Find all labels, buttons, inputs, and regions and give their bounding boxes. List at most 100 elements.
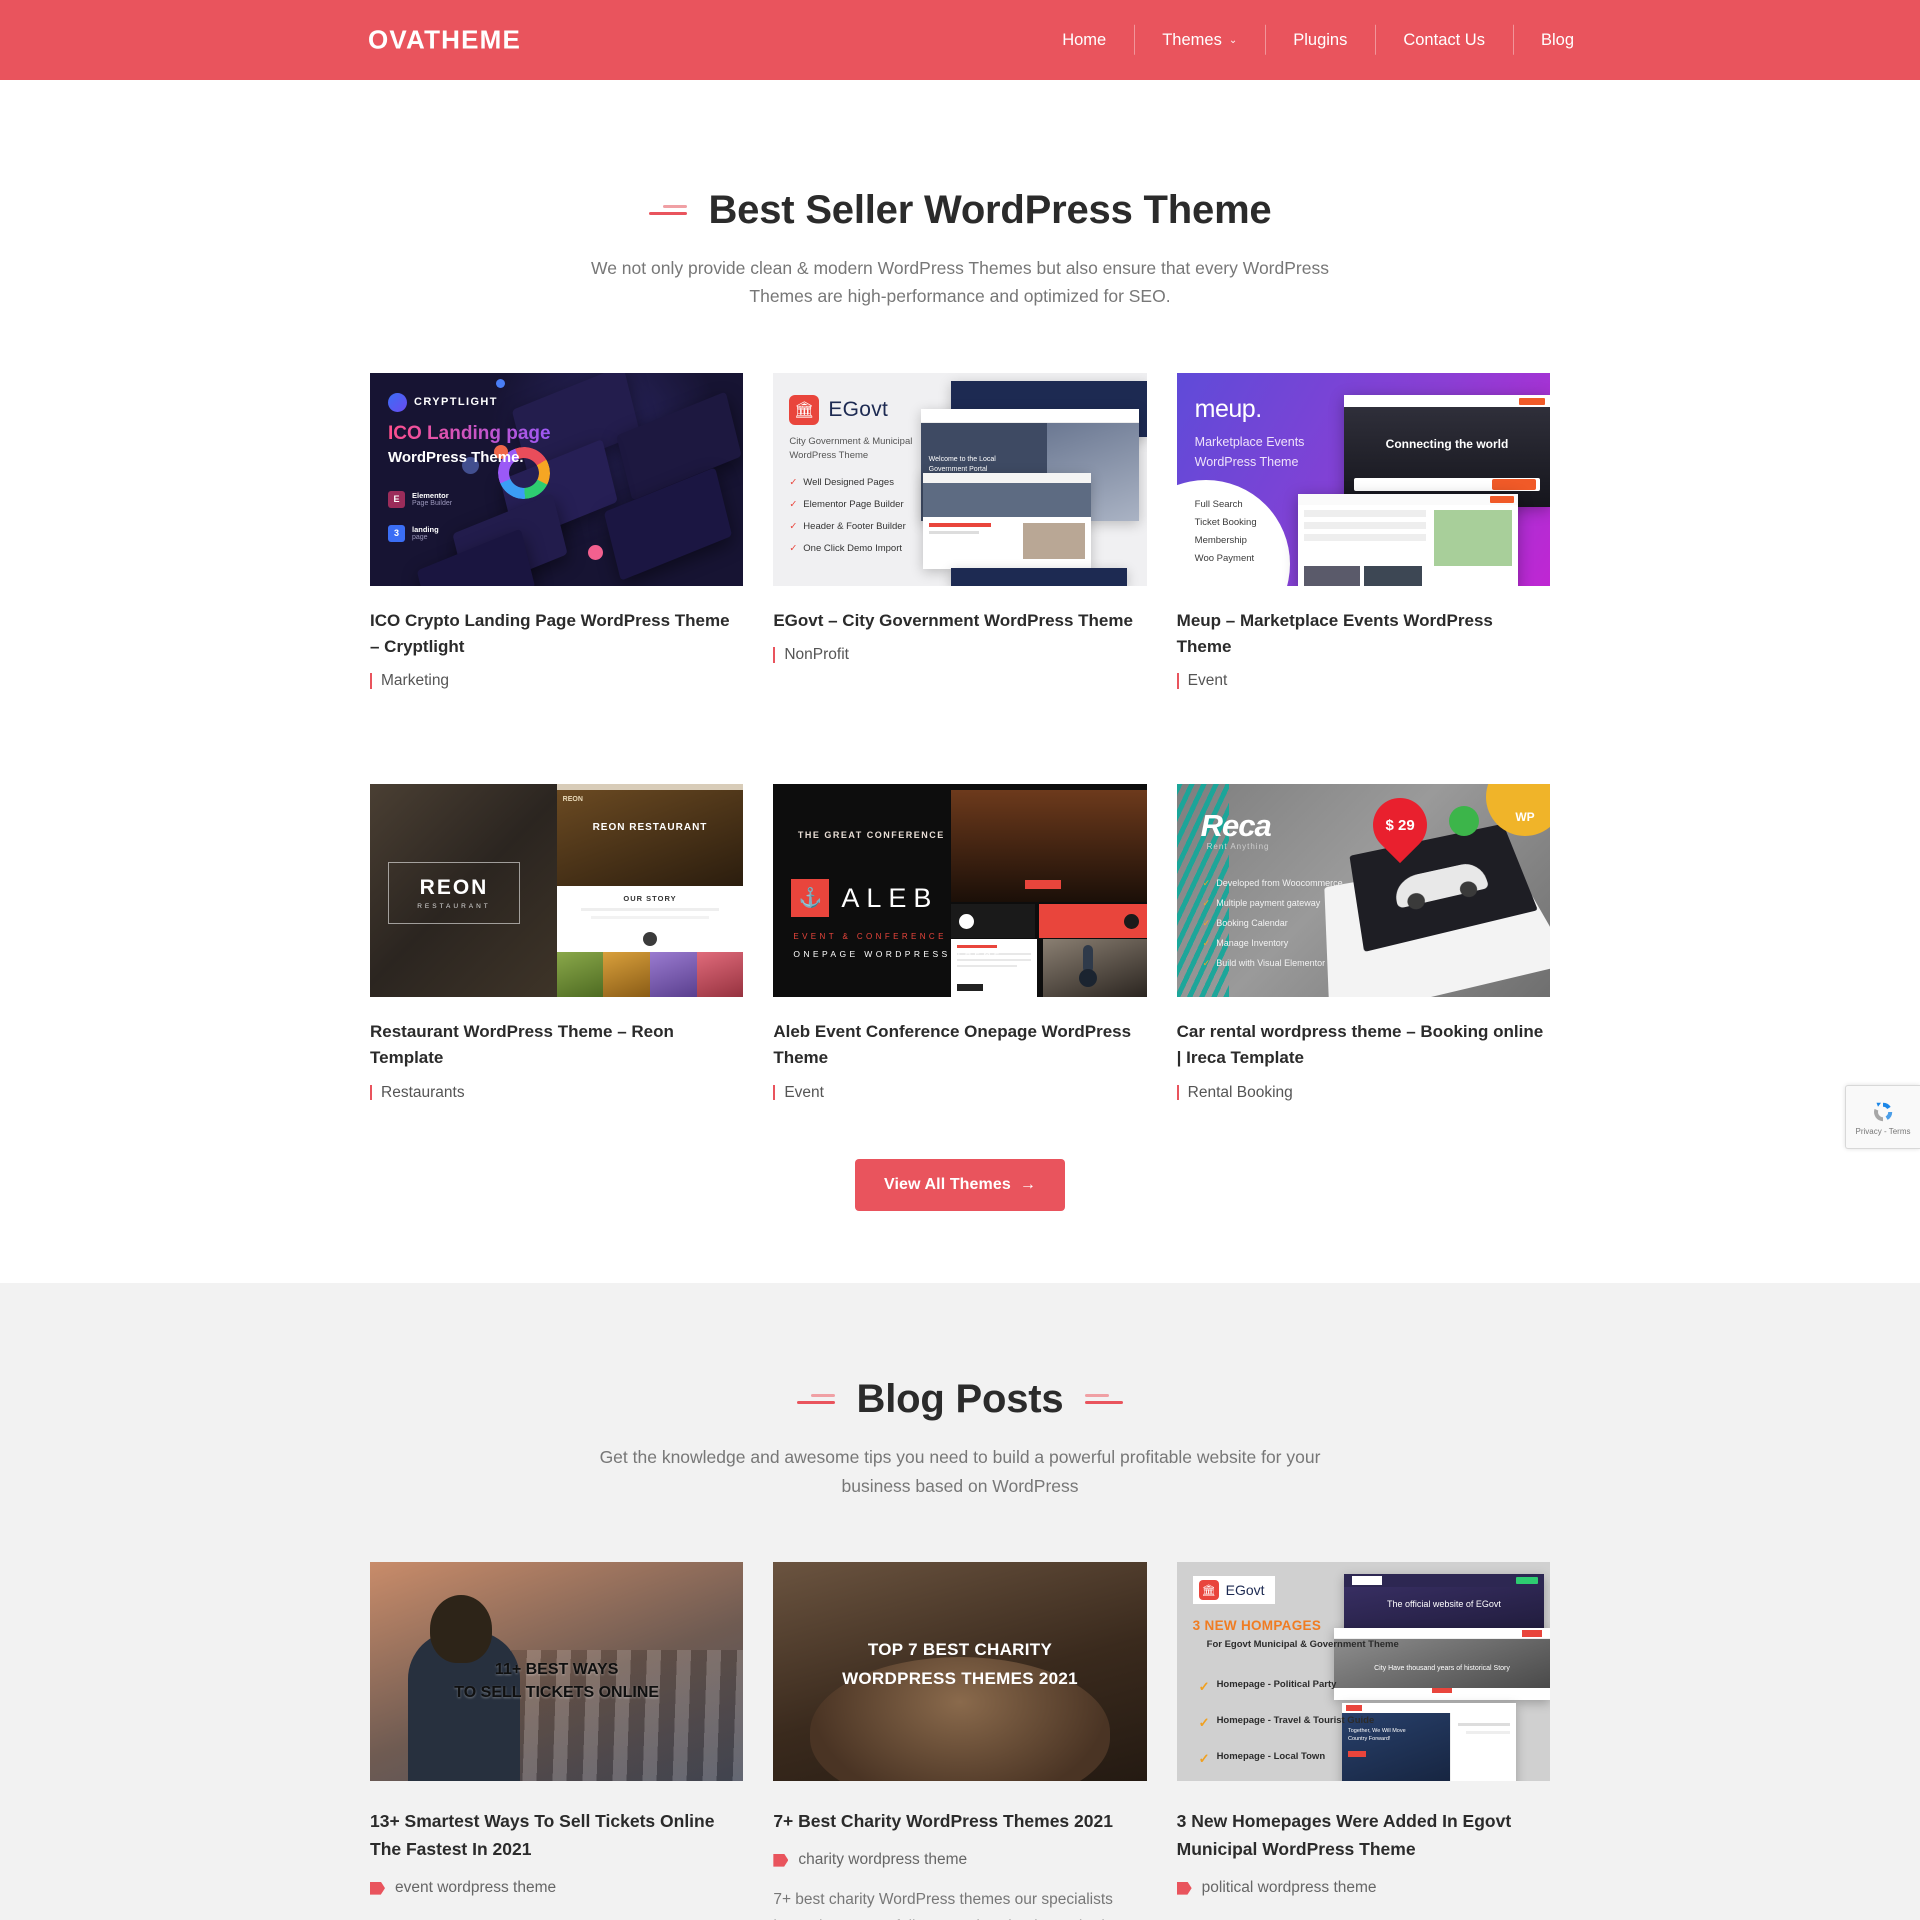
blog-thumbnail[interactable]: 11+ BEST WAYS TO SELL TICKETS ONLINE (370, 1562, 744, 1782)
check-icon: ✓ (789, 542, 798, 554)
landing-page-icon: 3 (388, 524, 405, 542)
theme-thumbnail[interactable]: THE GREAT CONFERENCE ⚓ ALEB EVENT & CONF… (773, 784, 1147, 998)
theme-card-title[interactable]: Meup – Marketplace Events WordPress Them… (1177, 608, 1550, 661)
section-header: Best Seller WordPress Theme We not only … (370, 186, 1550, 311)
anchor-icon: ⚓ (791, 879, 830, 918)
theme-thumbnail[interactable]: REON REON RESTAURANT OUR STORY REON REST… (370, 784, 744, 998)
check-icon: ✓ (1202, 958, 1211, 969)
theme-thumbnail[interactable]: CRYPTLIGHT ICO Landing page WordPress Th… (370, 372, 744, 586)
main-navigation: Home Themes ⌄ Plugins Contact Us Blog (1034, 32, 1574, 49)
check-icon: ✓ (1198, 1679, 1210, 1695)
check-icon: ✓ (789, 498, 798, 510)
theme-thumbnail[interactable]: Welcome to the Local Government Portal 🏛… (773, 372, 1147, 586)
nav-item-label: Themes (1162, 30, 1222, 49)
blog-post-tag[interactable]: charity wordpress theme (773, 1851, 1146, 1869)
aleb-artwork: THE GREAT CONFERENCE ⚓ ALEB EVENT & CONF… (773, 784, 1147, 998)
nav-item-label: Contact Us (1403, 30, 1485, 49)
section-subtitle: Get the knowledge and awesome tips you n… (599, 1447, 1321, 1496)
tag-label: event wordpress theme (395, 1879, 557, 1897)
recaptcha-badge[interactable]: Privacy - Terms (1845, 1085, 1920, 1149)
theme-card-title[interactable]: ICO Crypto Landing Page WordPress Theme … (370, 608, 743, 661)
theme-grid-row-1: CRYPTLIGHT ICO Landing page WordPress Th… (370, 372, 1550, 692)
tag-label: charity wordpress theme (798, 1851, 968, 1869)
section-title-text: Blog Posts (856, 1377, 1064, 1422)
nav-item-themes[interactable]: Themes ⌄ (1134, 32, 1265, 49)
blog-post-excerpt: 7+ best charity WordPress themes our spe… (773, 1891, 1117, 1920)
blog-post-title[interactable]: 3 New Homepages Were Added In Egovt Muni… (1177, 1807, 1550, 1863)
blog-post-tag[interactable]: event wordpress theme (370, 1879, 743, 1897)
theme-card-category[interactable]: NonProfit (773, 644, 849, 666)
view-all-themes-wrapper: View All Themes → (370, 1159, 1550, 1212)
theme-card-category[interactable]: Marketing (370, 670, 449, 692)
site-logo[interactable]: OVATHEME (368, 25, 521, 56)
blog-post-excerpt: Starting from researching real needs, we… (1177, 1915, 1550, 1920)
section-title-text: Best Seller WordPress Theme (708, 188, 1272, 232)
chevron-down-icon: ⌄ (1228, 35, 1238, 46)
view-all-themes-button[interactable]: View All Themes → (855, 1159, 1065, 1212)
blog-posts-section: Blog Posts Get the knowledge and awesome… (0, 1283, 1920, 1920)
theme-card[interactable]: CRYPTLIGHT ICO Landing page WordPress Th… (370, 372, 744, 692)
theme-card[interactable]: WP $ 29 Reca Rent Anything ✓ Developed fr… (1176, 784, 1550, 1104)
nav-item-label: Home (1062, 30, 1107, 49)
blog-post-title[interactable]: 7+ Best Charity WordPress Themes 2021 (773, 1807, 1146, 1835)
nav-item-plugins[interactable]: Plugins (1265, 32, 1375, 49)
check-icon: ✓ (789, 520, 798, 532)
theme-card-title[interactable]: Aleb Event Conference Onepage WordPress … (773, 1019, 1146, 1072)
egovt-logo: 🏛 EGovt (1192, 1576, 1275, 1605)
check-icon: ✓ (1198, 1751, 1210, 1767)
thumb-brand: Reca (1200, 808, 1272, 844)
thumb-caption: TOP 7 BEST CHARITY WORDPRESS THEMES 2021 (842, 1640, 1078, 1689)
theme-card-category[interactable]: Event (1176, 670, 1227, 692)
theme-card-title[interactable]: EGovt – City Government WordPress Theme (773, 608, 1146, 634)
thumb-brand: 🏛 EGovt (789, 394, 888, 425)
check-icon: ✓ (1202, 898, 1211, 909)
theme-card-category[interactable]: Event (773, 1082, 824, 1104)
site-header: OVATHEME Home Themes ⌄ Plugins Contact U… (0, 0, 1920, 80)
theme-card-title[interactable]: Car rental wordpress theme – Booking onl… (1177, 1019, 1550, 1072)
blog-post-card[interactable]: TOP 7 BEST CHARITY WORDPRESS THEMES 2021… (773, 1562, 1147, 1920)
egovt-homepages-artwork: The official website of EGovt City Have … (1176, 1562, 1550, 1782)
nav-item-contact-us[interactable]: Contact Us (1375, 32, 1513, 49)
blog-post-tag[interactable]: political wordpress theme (1176, 1879, 1550, 1897)
tag-icon (773, 1853, 789, 1867)
theme-thumbnail[interactable]: WP $ 29 Reca Rent Anything ✓ Developed fr… (1176, 784, 1550, 998)
theme-card[interactable]: THE GREAT CONFERENCE ⚓ ALEB EVENT & CONF… (773, 784, 1147, 1104)
decorative-dash-left (796, 1394, 835, 1405)
blog-section-title: Blog Posts (370, 1375, 1550, 1423)
blog-post-card[interactable]: The official website of EGovt City Have … (1176, 1562, 1550, 1920)
nav-item-blog[interactable]: Blog (1513, 32, 1574, 49)
theme-card[interactable]: Connecting the world meup. Marketplace E… (1176, 372, 1550, 692)
ireca-artwork: WP $ 29 Reca Rent Anything ✓ Developed fr… (1176, 784, 1550, 998)
check-icon: ✓ (1202, 878, 1211, 889)
reon-artwork: REON REON RESTAURANT OUR STORY REON REST… (370, 784, 744, 998)
reon-logo: REON RESTAURANT (388, 862, 520, 925)
theme-card[interactable]: REON REON RESTAURANT OUR STORY REON REST… (370, 784, 744, 1104)
tag-icon (1176, 1881, 1192, 1895)
section-header: Blog Posts Get the knowledge and awesome… (370, 1375, 1550, 1500)
nav-item-label: Blog (1540, 30, 1574, 49)
theme-card-category[interactable]: Rental Booking (1176, 1082, 1293, 1104)
theme-card-category[interactable]: Restaurants (370, 1082, 465, 1104)
blog-post-excerpt: Show the best ways to sell tickets onlin… (370, 1915, 743, 1920)
thumb-brand: CRYPTLIGHT (388, 392, 498, 412)
tag-icon (370, 1881, 385, 1895)
check-icon: ✓ (789, 476, 798, 488)
blog-grid: 11+ BEST WAYS TO SELL TICKETS ONLINE 13+… (370, 1562, 1550, 1920)
blog-thumbnail[interactable]: TOP 7 BEST CHARITY WORDPRESS THEMES 2021 (773, 1562, 1147, 1782)
charity-artwork: TOP 7 BEST CHARITY WORDPRESS THEMES 2021 (773, 1562, 1147, 1782)
nav-item-home[interactable]: Home (1034, 32, 1134, 49)
blog-post-title[interactable]: 13+ Smartest Ways To Sell Tickets Online… (370, 1807, 743, 1863)
button-label: View All Themes (884, 1176, 1011, 1194)
blog-post-card[interactable]: 11+ BEST WAYS TO SELL TICKETS ONLINE 13+… (370, 1562, 744, 1920)
theme-grid-row-2: REON REON RESTAURANT OUR STORY REON REST… (370, 754, 1550, 1103)
theme-card[interactable]: Welcome to the Local Government Portal 🏛… (773, 372, 1147, 692)
egovt-logo-icon: 🏛 (789, 394, 820, 425)
aleb-logo: ⚓ ALEB (791, 879, 938, 918)
arrow-right-icon: → (1019, 1176, 1036, 1194)
theme-card-title[interactable]: Restaurant WordPress Theme – Reon Templa… (370, 1019, 743, 1072)
blog-thumbnail[interactable]: The official website of EGovt City Have … (1176, 1562, 1550, 1782)
cryptlight-logo-icon (388, 392, 407, 412)
recaptcha-label: Privacy - Terms (1855, 1126, 1911, 1136)
theme-thumbnail[interactable]: Connecting the world meup. Marketplace E… (1176, 372, 1550, 586)
tag-label: political wordpress theme (1201, 1879, 1377, 1897)
